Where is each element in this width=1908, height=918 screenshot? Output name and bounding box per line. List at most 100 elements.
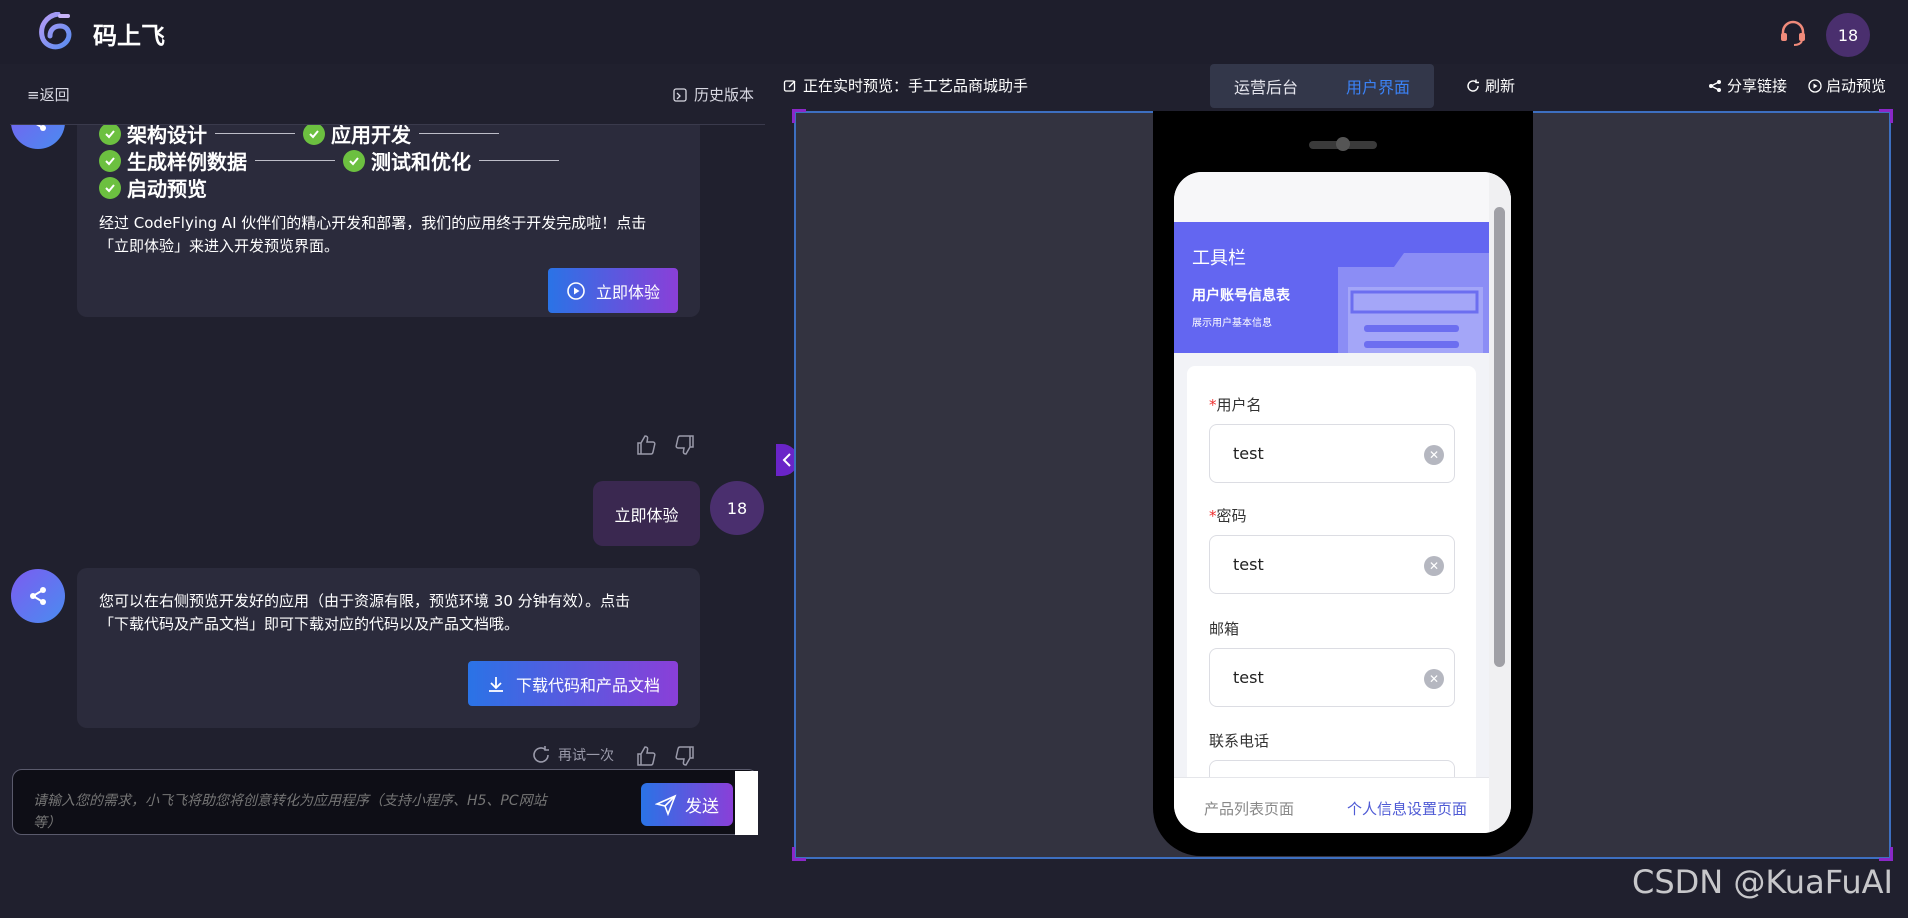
step-label: 测试和优化 [371,150,471,174]
play-circle-icon [567,281,585,300]
phone-screen: 工具栏 用户账号信息表 展示用户基本信息 *用户名 test ✕ *密码 tes… [1174,172,1511,833]
download-code-button[interactable]: 下载代码和产品文档 [468,661,678,706]
tab-admin[interactable]: 运营后台 [1234,74,1298,98]
tabbar-product-list[interactable]: 产品列表页面 [1204,798,1294,819]
bot-message-text: 经过 CodeFlying AI 伙伴们的精心开发和部署，我们的应用终于开发完成… [99,212,689,258]
bot-avatar [11,569,65,623]
step-label: 架构设计 [127,125,207,147]
thumbs-down-icon[interactable] [673,433,697,457]
progress-steps-row: 架构设计 应用开发 [99,125,507,148]
send-button[interactable]: 发送 [641,783,733,826]
password-field[interactable]: test ✕ [1209,535,1455,594]
field-value: test [1233,668,1264,687]
phone-camera [1336,137,1350,151]
chat-messages[interactable]: 架构设计 应用开发 生成样例数据 测试和优化 启动预览 经过 CodeFlyin… [0,125,775,805]
share-nodes-icon [30,587,46,605]
message-line: 「下载代码及产品文档」即可下载对应的代码以及产品文档哦。 [99,615,520,633]
form-label-email: 邮箱 [1209,618,1239,639]
clear-icon[interactable]: ✕ [1424,445,1444,465]
resize-handle[interactable] [792,109,806,123]
field-value: test [1233,444,1264,463]
tab-user-interface[interactable]: 用户界面 [1346,74,1410,98]
user-avatar[interactable]: 18 [1826,13,1870,57]
message-line: 「立即体验」来进入开发预览界面。 [99,237,340,255]
clear-icon[interactable]: ✕ [1424,669,1444,689]
bot-avatar [11,125,65,149]
chat-input[interactable] [33,790,563,830]
progress-steps-row: 启动预览 [99,173,207,202]
header-banner: 工具栏 用户账号信息表 展示用户基本信息 [1174,222,1489,353]
email-field[interactable]: test ✕ [1209,648,1455,707]
share-icon [1709,79,1721,92]
resize-handle[interactable] [1879,847,1893,861]
paper-plane-icon [655,793,677,816]
banner-subtitle: 用户账号信息表 [1192,288,1290,304]
required-mark: * [1209,396,1217,414]
try-now-label: 立即体验 [595,282,660,302]
user-message-bubble: 立即体验 [593,481,700,546]
user-info-form: *用户名 test ✕ *密码 test ✕ 邮箱 test ✕ 联系电话 [1187,366,1476,826]
message-line: 您可以在右侧预览开发好的应用（由于资源有限，预览环境 30 分钟有效）。点击 [99,592,631,610]
check-icon [99,149,121,172]
top-header: 码上飞 18 [0,0,1908,64]
check-icon [343,149,365,172]
field-value: test [1233,555,1264,574]
headset-icon[interactable] [1778,18,1808,48]
resize-handle[interactable] [1879,109,1893,123]
send-label: 发送 [685,797,719,817]
refresh-icon [1467,79,1479,92]
step-connector [479,160,559,161]
play-circle-icon [1808,78,1822,93]
app-name: 码上飞 [93,22,165,50]
scrollbar-thumb[interactable] [1494,207,1505,667]
label-text: 邮箱 [1209,620,1240,638]
launch-preview-button[interactable]: 启动预览 [1808,75,1886,96]
back-button[interactable]: ≡返回 [27,84,70,105]
form-label-password: *密码 [1209,505,1247,526]
bot-message-text: 您可以在右侧预览开发好的应用（由于资源有限，预览环境 30 分钟有效）。点击 「… [99,590,689,636]
refresh-label: 刷新 [1485,77,1516,95]
required-mark: * [1209,507,1217,525]
bot-message-bubble: 您可以在右侧预览开发好的应用（由于资源有限，预览环境 30 分钟有效）。点击 「… [77,568,700,728]
preview-status-label: 正在实时预览：手工艺品商城助手 [803,77,1029,95]
resize-handle[interactable] [792,847,806,861]
label-text: 密码 [1216,507,1247,525]
thumbs-up-icon[interactable] [634,433,658,457]
form-label-username: *用户名 [1209,394,1262,415]
thumbs-down-icon[interactable] [673,744,697,768]
bottom-tabbar: 产品列表页面 个人信息设置页面 [1174,777,1489,833]
message-line: 经过 CodeFlying AI 伙伴们的精心开发和部署，我们的应用终于开发完成… [99,214,647,232]
launch-preview-label: 启动预览 [1826,77,1887,95]
watermark: CSDN @KuaFuAI [1632,863,1893,901]
retry-label: 再试一次 [558,748,614,764]
refresh-button[interactable]: 刷新 [1466,75,1515,96]
download-code-label: 下载代码和产品文档 [515,675,660,695]
history-version-button[interactable]: 历史版本 [672,84,754,105]
thumbs-up-icon[interactable] [634,744,658,768]
bot-message-bubble: 架构设计 应用开发 生成样例数据 测试和优化 启动预览 经过 CodeFlyin… [77,125,700,317]
user-message-text: 立即体验 [614,505,679,525]
share-nodes-icon [36,125,46,131]
history-icon [673,87,687,102]
user-avatar: 18 [710,481,764,535]
banner-description: 展示用户基本信息 [1192,318,1272,329]
step-label: 应用开发 [331,125,411,147]
retry-button[interactable]: 再试一次 [530,744,614,766]
screen-scrollbar[interactable] [1489,172,1511,833]
share-link-button[interactable]: 分享链接 [1708,75,1787,96]
check-icon [303,125,325,145]
username-field[interactable]: test ✕ [1209,424,1455,483]
share-link-label: 分享链接 [1727,77,1788,95]
label-text: 联系电话 [1209,732,1270,750]
history-version-label: 历史版本 [694,86,755,104]
tabbar-profile-settings[interactable]: 个人信息设置页面 [1347,798,1467,819]
check-icon [99,176,121,199]
try-now-button[interactable]: 立即体验 [548,268,678,313]
folder-illustration-icon [1338,253,1489,353]
input-scrollbar[interactable] [735,771,758,835]
step-connector [215,133,295,134]
chevron-left-icon [782,453,791,467]
step-connector [419,133,499,134]
clear-icon[interactable]: ✕ [1424,556,1444,576]
step-label: 生成样例数据 [127,150,247,174]
